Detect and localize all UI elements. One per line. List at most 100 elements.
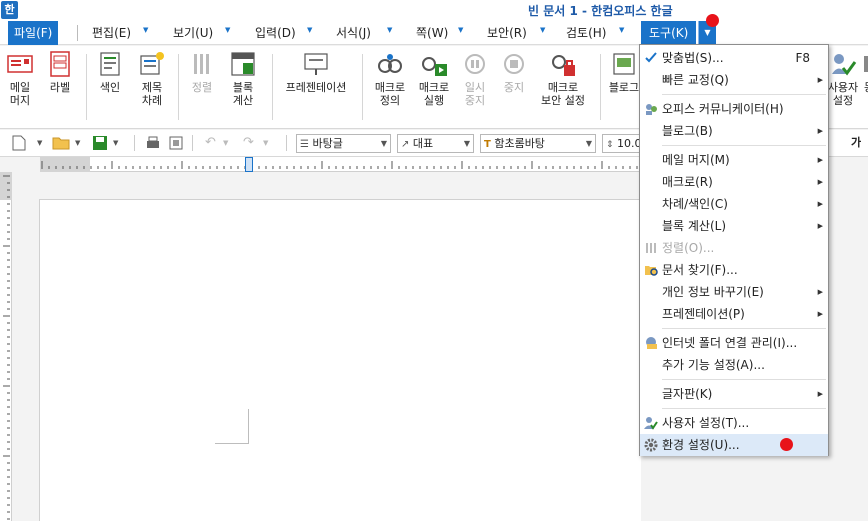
sort-icon <box>194 54 209 74</box>
menu-input[interactable]: 입력(D) <box>255 21 296 45</box>
menu-item-blog[interactable]: 블로그(B) ▶ <box>640 120 828 142</box>
menu-security[interactable]: 보안(R) <box>487 21 527 45</box>
chevron-down-icon[interactable]: ▼ <box>307 26 312 34</box>
font-size-icon: ⇕ <box>606 140 614 150</box>
indent-marker[interactable] <box>245 157 253 172</box>
chevron-down-icon[interactable]: ▼ <box>458 26 463 34</box>
title-bar: 한 빈 문서 1 - 한컴오피스 한글 <box>0 0 868 21</box>
page-corner-mark <box>215 443 249 444</box>
blog-button[interactable]: 블로그 <box>608 50 640 94</box>
menu-item-spellcheck[interactable]: 맞춤법(S)... F8 <box>640 47 828 69</box>
menu-format[interactable]: 서식(J) <box>336 21 371 45</box>
chevron-down-icon[interactable]: ▼ <box>223 135 228 151</box>
menu-item-find-document[interactable]: 문서 찾기(F)... <box>640 259 828 281</box>
language-icon: ↗ <box>401 139 410 150</box>
macro-pause-icon <box>465 54 485 74</box>
sort-label: 정렬 <box>191 81 213 94</box>
font-color-icon[interactable]: 가 <box>846 135 866 151</box>
sort-button[interactable]: 정렬 <box>186 50 218 94</box>
macro-security-button[interactable]: 매크로 보안 설정 <box>535 50 591 107</box>
menu-item-block-calc[interactable]: 블록 계산(L) ▶ <box>640 215 828 237</box>
language-select[interactable]: ↗ 대표 ▼ <box>397 134 474 153</box>
chevron-down-icon[interactable]: ▼ <box>37 135 42 151</box>
index-button[interactable]: 색인 <box>94 50 126 94</box>
chevron-down-icon[interactable]: ▼ <box>387 26 392 34</box>
menu-item-internet-folder[interactable]: 인터넷 폴더 연결 관리(I)... <box>640 332 828 354</box>
toolbar-separator <box>286 135 287 151</box>
menu-edit[interactable]: 편집(E) <box>92 21 131 45</box>
user-settings-icon <box>644 417 658 430</box>
menu-item-quick-correct[interactable]: 빠른 교정(Q) ▶ <box>640 69 828 91</box>
menu-item-sort[interactable]: 정렬(O)... <box>640 237 828 259</box>
mail-merge-button[interactable]: 메일 머지 <box>4 50 36 107</box>
menu-divider <box>662 379 826 380</box>
chevron-down-icon: ▼ <box>463 139 470 148</box>
chevron-down-icon[interactable]: ▼ <box>619 26 624 34</box>
document-page[interactable] <box>39 199 641 521</box>
chevron-down-icon[interactable]: ▼ <box>540 26 545 34</box>
menu-item-mail-merge[interactable]: 메일 머지(M) ▶ <box>640 149 828 171</box>
menu-item-label: 빠른 교정(Q) <box>662 73 729 87</box>
blog-icon <box>613 53 635 75</box>
menu-item-macro[interactable]: 매크로(R) ▶ <box>640 171 828 193</box>
chevron-down-icon[interactable]: ▼ <box>263 135 268 151</box>
menu-view[interactable]: 보기(U) <box>173 21 213 45</box>
menu-item-addon-settings[interactable]: 추가 기능 설정(A)... <box>640 354 828 376</box>
window-title: 빈 문서 1 - 한컴오피스 한글 <box>528 4 673 18</box>
preview-icon[interactable] <box>168 135 184 151</box>
undo-icon[interactable]: ↶ <box>205 135 216 151</box>
macro-define-button[interactable]: 매크로 정의 <box>370 50 410 107</box>
menu-file[interactable]: 파일(F) <box>8 21 59 45</box>
menu-page[interactable]: 쪽(W) <box>416 21 448 45</box>
macro-pause-button[interactable]: 일시 중지 <box>458 50 492 107</box>
menu-item-user-settings[interactable]: 사용자 설정(T)... <box>640 412 828 434</box>
macro-stop-icon <box>504 54 524 74</box>
menu-item-toc-index[interactable]: 차례/색인(C) ▶ <box>640 193 828 215</box>
chevron-down-icon[interactable]: ▼ <box>75 135 80 151</box>
title-toc-button[interactable]: 제목 차례 <box>135 50 169 107</box>
language-value: 대표 <box>412 137 434 150</box>
font-select[interactable]: T 함초롬바탕 ▼ <box>480 134 596 153</box>
macro-run-icon <box>422 57 447 76</box>
presentation-button[interactable]: 프레젠테이션 <box>278 50 354 94</box>
sync-button[interactable]: 동 <box>862 50 868 94</box>
save-icon[interactable] <box>92 135 108 151</box>
menu-item-preferences[interactable]: 환경 설정(U)... <box>640 434 828 456</box>
chevron-right-icon: ▶ <box>817 390 823 398</box>
user-settings-button[interactable]: 사용자 설정 <box>826 50 860 107</box>
chevron-down-icon[interactable]: ▼ <box>225 26 230 34</box>
block-calc-button[interactable]: 블록 계산 <box>225 50 261 107</box>
app-icon[interactable]: 한 <box>1 1 18 19</box>
ribbon-separator <box>362 54 363 120</box>
macro-run-button[interactable]: 매크로 실행 <box>414 50 454 107</box>
redo-icon[interactable]: ↷ <box>243 135 254 151</box>
font-size-value: 10.0 <box>617 137 640 150</box>
menu-item-change-personal-info[interactable]: 개인 정보 바꾸기(E) ▶ <box>640 281 828 303</box>
menu-review[interactable]: 검토(H) <box>566 21 606 45</box>
communicator-icon <box>646 104 657 115</box>
menu-item-label: 차례/색인(C) <box>662 197 728 211</box>
menu-item-label: 매크로(R) <box>662 175 713 189</box>
macro-stop-button[interactable]: 중지 <box>497 50 531 94</box>
label-button[interactable]: 라벨 <box>44 50 76 94</box>
chevron-down-icon: ▼ <box>585 139 592 148</box>
menu-item-office-communicator[interactable]: 오피스 커뮤니케이터(H) <box>640 98 828 120</box>
menu-item-label: 문서 찾기(F)... <box>662 263 738 277</box>
font-size-select[interactable]: ⇕ 10.0 <box>602 134 640 153</box>
menu-item-label: 환경 설정(U)... <box>662 438 740 452</box>
open-folder-icon[interactable] <box>52 135 70 151</box>
print-icon[interactable] <box>145 135 161 151</box>
chevron-down-icon[interactable]: ▼ <box>113 135 118 151</box>
macro-security-icon <box>552 55 575 76</box>
menu-item-keyboard-layout[interactable]: 글자판(K) ▶ <box>640 383 828 405</box>
horizontal-ruler[interactable] <box>40 157 640 172</box>
style-icon: ☰ <box>300 139 309 150</box>
chevron-down-icon[interactable]: ▼ <box>143 26 148 34</box>
new-document-icon[interactable] <box>12 135 26 151</box>
marker-dot <box>780 438 793 451</box>
style-select[interactable]: ☰ 바탕글 ▼ <box>296 134 391 153</box>
menu-item-presentation[interactable]: 프레젠테이션(P) ▶ <box>640 303 828 325</box>
menu-tools[interactable]: 도구(K) <box>641 21 697 45</box>
vertical-ruler[interactable] <box>0 172 12 521</box>
toolbar-separator <box>192 135 193 151</box>
